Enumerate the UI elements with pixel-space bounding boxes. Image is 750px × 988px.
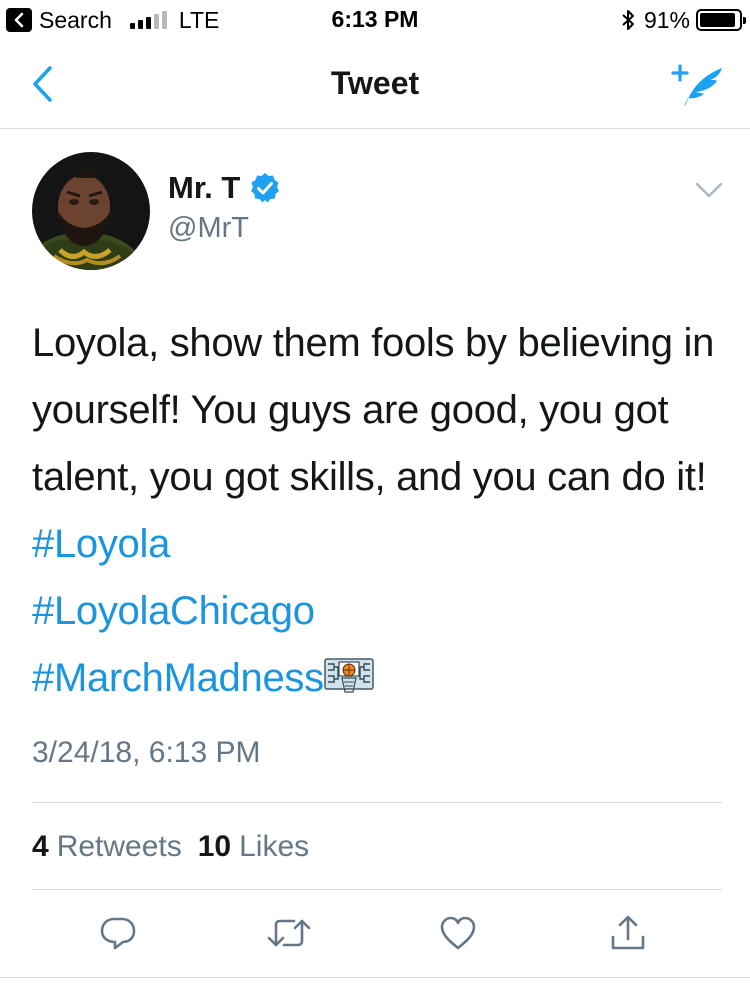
author-name: Mr. T	[168, 170, 241, 205]
hashtag-loyolachicago[interactable]: #LoyolaChicago	[32, 589, 315, 633]
divider	[32, 889, 722, 890]
back-app-label: Search	[39, 6, 112, 33]
chevron-down-icon[interactable]	[692, 178, 726, 204]
likes-stat[interactable]: 10 Likes	[198, 830, 309, 864]
basketball-bracket-emoji-icon	[324, 658, 374, 694]
like-icon[interactable]	[433, 908, 483, 958]
carrier-label: LTE	[178, 6, 220, 33]
battery-fill	[700, 13, 735, 27]
retweet-icon[interactable]	[264, 908, 314, 958]
battery-percent: 91%	[643, 6, 690, 33]
tweet-text: Loyola, show them fools by believing in …	[32, 310, 722, 712]
battery-icon	[696, 9, 746, 31]
likes-label: Likes	[239, 830, 310, 863]
bottom-divider	[0, 977, 750, 978]
verified-badge-icon	[251, 173, 280, 203]
retweets-count: 4	[32, 830, 49, 863]
tweet-actions	[0, 908, 750, 962]
tweet-timestamp: 3/24/18, 6:13 PM	[32, 736, 261, 769]
avatar[interactable]	[32, 152, 150, 270]
share-icon[interactable]	[603, 908, 653, 958]
likes-count: 10	[197, 830, 232, 863]
tweet-text-body: Loyola, show them fools by believing in …	[32, 321, 715, 499]
hashtag-loyola[interactable]: #Loyola	[32, 522, 170, 566]
back-to-app-icon	[6, 8, 32, 32]
reply-icon[interactable]	[93, 908, 143, 958]
hashtag-marchmadness[interactable]: #MarchMadness	[32, 656, 324, 700]
signal-strength-icon	[129, 11, 167, 29]
page-title: Tweet	[330, 65, 420, 101]
status-bar: Search LTE 6:13 PM 91%	[0, 0, 750, 40]
divider	[32, 802, 722, 803]
nav-bar: Tweet	[0, 40, 750, 129]
compose-tweet-icon[interactable]	[670, 58, 730, 112]
status-bar-left[interactable]: Search LTE	[6, 6, 219, 34]
status-bar-right: 91%	[620, 6, 746, 34]
retweets-label: Retweets	[56, 830, 182, 863]
author-handle[interactable]: @MrT	[168, 212, 249, 245]
engagement-stats: 4 Retweets 10 Likes	[32, 830, 325, 864]
author-name-row[interactable]: Mr. T	[168, 168, 281, 208]
battery-tip	[743, 17, 746, 24]
retweets-stat[interactable]: 4 Retweets	[32, 830, 182, 864]
bluetooth-icon	[622, 10, 634, 30]
